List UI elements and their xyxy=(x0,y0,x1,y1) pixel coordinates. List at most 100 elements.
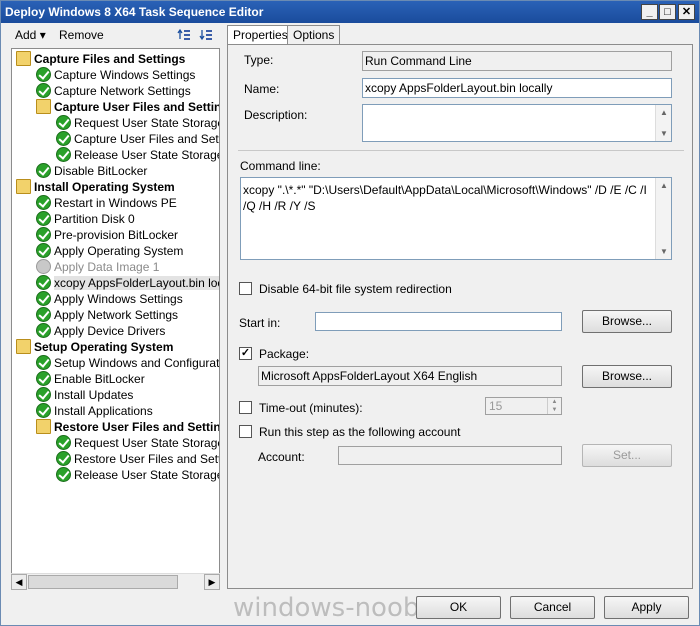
tree-item[interactable]: Pre-provision BitLocker xyxy=(36,227,178,243)
set-account-button[interactable]: Set... xyxy=(582,444,672,467)
checkmark-icon xyxy=(36,387,51,403)
tree-item-label: Request User State Storage xyxy=(74,116,220,130)
tree-item[interactable]: Apply Data Image 1 xyxy=(36,259,159,275)
package-browse-button[interactable]: Browse... xyxy=(582,365,672,388)
tree-item-label: Apply Device Drivers xyxy=(54,324,166,338)
tab-properties[interactable]: Properties xyxy=(227,25,294,46)
close-button[interactable]: ✕ xyxy=(678,4,695,20)
tree-item[interactable]: Apply Operating System xyxy=(36,243,183,259)
disable-64bit-label: Disable 64-bit file system redirection xyxy=(259,282,452,296)
tree-item[interactable]: Capture User Files and Settings xyxy=(56,131,219,147)
scroll-right-icon[interactable]: ▶ xyxy=(204,574,220,590)
tree-item[interactable]: Partition Disk 0 xyxy=(36,211,135,227)
divider xyxy=(238,150,684,151)
type-label: Type: xyxy=(244,53,274,67)
tree-item[interactable]: Apply Network Settings xyxy=(36,307,178,323)
command-line-label: Command line: xyxy=(240,159,321,173)
tree-item[interactable]: Request User State Storage xyxy=(56,115,220,131)
run-as-checkbox[interactable] xyxy=(239,425,252,438)
scroll-up-icon[interactable]: ▲ xyxy=(656,105,671,120)
tree-item[interactable]: Restore User Files and Settings xyxy=(56,451,220,467)
tree-item-label: Partition Disk 0 xyxy=(54,212,135,226)
folder-icon xyxy=(36,99,51,115)
tree-item-label: Apply Operating System xyxy=(54,244,184,258)
scroll-down-icon[interactable]: ▼ xyxy=(656,126,671,141)
checkmark-icon xyxy=(36,227,51,243)
remove-button[interactable]: Remove xyxy=(59,27,104,43)
tree-item[interactable]: Install Updates xyxy=(36,387,133,403)
timeout-spinner[interactable]: 15 ▲ ▼ xyxy=(485,397,562,415)
tree-item[interactable]: Enable BitLocker xyxy=(36,371,145,387)
disable-64bit-checkbox[interactable] xyxy=(239,282,252,295)
tree-item[interactable]: Capture Files and Settings xyxy=(16,51,185,67)
tree-item[interactable]: xcopy AppsFolderLayout.bin locally xyxy=(36,275,219,291)
tree-item-label: Capture User Files and Settings xyxy=(54,100,220,114)
start-in-input[interactable] xyxy=(315,312,562,331)
scroll-thumb[interactable] xyxy=(28,575,178,589)
command-line-scrollbar[interactable]: ▲ ▼ xyxy=(655,178,671,259)
ok-button[interactable]: OK xyxy=(416,596,501,619)
maximize-button[interactable]: □ xyxy=(659,4,676,20)
checkmark-icon xyxy=(36,211,51,227)
tree-item-label: Restore User Files and Settings xyxy=(74,452,220,466)
tree-item[interactable]: Capture Windows Settings xyxy=(36,67,195,83)
tree-item[interactable]: Capture Network Settings xyxy=(36,83,191,99)
tree-item-label: Restore User Files and Settings xyxy=(54,420,220,434)
tree-item-label: Pre-provision BitLocker xyxy=(54,228,179,242)
tree-item[interactable]: Disable BitLocker xyxy=(36,163,147,179)
tree-item[interactable]: Setup Windows and Configuration xyxy=(36,355,219,371)
tree-item[interactable]: Install Operating System xyxy=(16,179,175,195)
description-scrollbar[interactable]: ▲ ▼ xyxy=(655,105,671,141)
minimize-button[interactable]: _ xyxy=(641,4,658,20)
scroll-up-icon[interactable]: ▲ xyxy=(656,178,671,193)
move-down-icon[interactable] xyxy=(199,27,215,43)
move-up-icon[interactable] xyxy=(177,27,193,43)
tree-item[interactable]: Apply Windows Settings xyxy=(36,291,183,307)
properties-panel: Type: Run Command Line Name: xcopy AppsF… xyxy=(227,44,693,589)
description-input[interactable]: ▲ ▼ xyxy=(362,104,672,142)
tab-options[interactable]: Options xyxy=(287,25,341,45)
add-button[interactable]: Add ▾ xyxy=(15,27,46,43)
tree-item-label: Restart in Windows PE xyxy=(54,196,177,210)
package-checkbox[interactable]: ✓ xyxy=(239,347,252,360)
timeout-label: Time-out (minutes): xyxy=(259,401,363,415)
name-label: Name: xyxy=(244,82,280,96)
tree-horizontal-scrollbar[interactable]: ◀ ▶ xyxy=(11,573,220,590)
tree-item[interactable]: Capture User Files and Settings xyxy=(36,99,220,115)
toolbar: Add ▾ Remove xyxy=(7,25,220,45)
tree-item[interactable]: Release User State Storage xyxy=(56,467,219,483)
tree-item-label: Disable BitLocker xyxy=(54,164,148,178)
tree-item[interactable]: Release User State Storage xyxy=(56,147,219,163)
tree-item-label: xcopy AppsFolderLayout.bin locally xyxy=(54,276,219,290)
start-in-browse-button[interactable]: Browse... xyxy=(582,310,672,333)
tree-item[interactable]: Install Applications xyxy=(36,403,153,419)
description-label: Description: xyxy=(244,108,308,122)
apply-button[interactable]: Apply xyxy=(604,596,689,619)
account-label: Account: xyxy=(258,450,305,464)
tree-item[interactable]: Apply Device Drivers xyxy=(36,323,165,339)
name-input[interactable]: xcopy AppsFolderLayout.bin locally xyxy=(362,78,672,98)
package-field: Microsoft AppsFolderLayout X64 English xyxy=(258,366,562,386)
checkmark-icon xyxy=(36,307,51,323)
tree-item[interactable]: Setup Operating System xyxy=(16,339,173,355)
spin-down-icon[interactable]: ▼ xyxy=(547,406,561,414)
command-line-input[interactable]: xcopy ".\*.*" "D:\Users\Default\AppData\… xyxy=(240,177,672,260)
timeout-value: 15 xyxy=(489,399,503,413)
tree-item[interactable]: Request User State Storage xyxy=(56,435,219,451)
cancel-button[interactable]: Cancel xyxy=(510,596,595,619)
package-label: Package: xyxy=(259,347,310,361)
tree-item-label: Enable BitLocker xyxy=(54,372,145,386)
folder-icon xyxy=(16,179,31,195)
run-as-label: Run this step as the following account xyxy=(259,425,461,439)
timeout-checkbox[interactable] xyxy=(239,401,252,414)
scroll-left-icon[interactable]: ◀ xyxy=(11,574,27,590)
scroll-down-icon[interactable]: ▼ xyxy=(656,244,671,259)
tree-item-label: Apply Network Settings xyxy=(54,308,179,322)
tree-item[interactable]: Restart in Windows PE xyxy=(36,195,177,211)
tree-item-label: Install Operating System xyxy=(34,180,175,194)
tree-item[interactable]: Restore User Files and Settings xyxy=(36,419,220,435)
dropdown-arrow-icon: ▾ xyxy=(39,28,46,42)
account-field xyxy=(338,446,562,465)
folder-icon xyxy=(16,51,31,67)
spin-up-icon[interactable]: ▲ xyxy=(547,398,561,406)
